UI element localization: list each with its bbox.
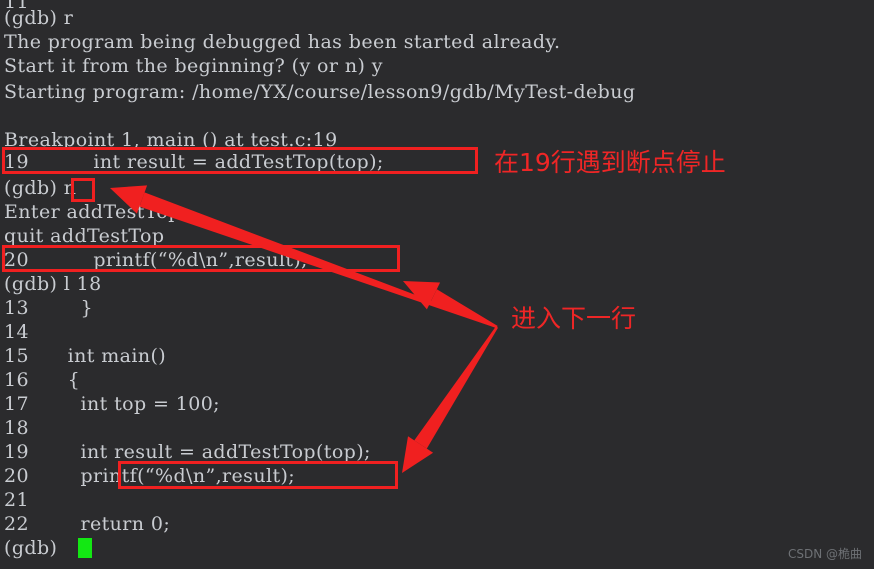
- terminal-line: 20 printf(“%d\n”,result);: [4, 249, 308, 271]
- terminal-line: Enter addTestTop: [4, 201, 181, 223]
- terminal-line: 13 }: [4, 297, 93, 319]
- terminal-line: 19 int result = addTestTop(top);: [4, 151, 384, 173]
- terminal-line: 18: [4, 417, 29, 439]
- terminal-line: 15 int main(): [4, 345, 167, 367]
- csdn-watermark: CSDN @桅曲: [788, 547, 863, 561]
- terminal-line: (gdb) l 18: [4, 273, 102, 295]
- terminal-line: 20 printf(“%d\n”,result);: [4, 465, 296, 487]
- gdb-terminal-screenshot: 11 (gdb) r The program being debugged has …: [0, 0, 874, 569]
- terminal-line: 22 return 0;: [4, 513, 171, 535]
- terminal-line: (gdb) n: [4, 177, 77, 199]
- terminal-line: The program being debugged has been star…: [4, 31, 561, 53]
- terminal-line: 19 int result = addTestTop(top);: [4, 441, 371, 463]
- terminal-line: 17 int top = 100;: [4, 393, 220, 415]
- terminal-line: 16 {: [4, 369, 81, 391]
- terminal-line: Breakpoint 1, main () at test.c:19: [4, 129, 338, 151]
- terminal-line: Starting program: /home/YX/course/lesson…: [4, 81, 636, 103]
- terminal-line: 14: [4, 321, 29, 343]
- terminal-line: (gdb): [4, 537, 58, 559]
- terminal-line: Start it from the beginning? (y or n) y: [4, 55, 383, 77]
- terminal-line: 21: [4, 489, 29, 511]
- terminal-cursor: [78, 538, 92, 558]
- terminal-output[interactable]: 11 (gdb) r The program being debugged has …: [0, 0, 874, 569]
- terminal-line: (gdb) r: [4, 7, 74, 29]
- terminal-line: quit addTestTop: [4, 225, 165, 247]
